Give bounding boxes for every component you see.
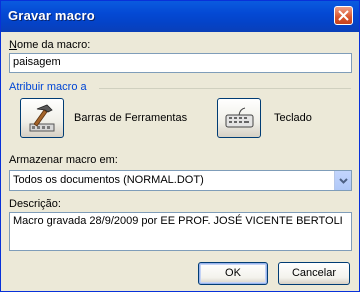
toolbars-button[interactable] (20, 98, 64, 138)
window-title: Gravar macro (8, 8, 95, 23)
macro-name-input[interactable]: paisagem (9, 53, 352, 73)
close-button[interactable] (334, 6, 353, 25)
dialog-window: Gravar macro Nome da macro: paisagem Atr… (0, 0, 360, 292)
store-select-value: Todos os documentos (NORMAL.DOT) (13, 174, 204, 186)
macro-name-label-text: ome da macro: (16, 39, 91, 51)
keyboard-label: Teclado (274, 112, 312, 124)
description-label: Descrição: (9, 198, 61, 210)
ok-button[interactable]: OK (198, 262, 268, 285)
store-label: Armazenar macro em: (9, 154, 118, 166)
keyboard-icon (225, 107, 254, 128)
cancel-button[interactable]: Cancelar (278, 262, 350, 285)
close-icon (338, 10, 349, 21)
toolbars-label: Barras de Ferramentas (74, 112, 188, 124)
store-select[interactable]: Todos os documentos (NORMAL.DOT) (9, 170, 352, 191)
store-select-dropdown-button[interactable] (334, 171, 351, 190)
macro-name-label: Nome da macro: (9, 39, 91, 51)
chevron-down-icon (339, 178, 348, 184)
group-divider (99, 88, 351, 89)
description-textarea[interactable]: Macro gravada 28/9/2009 por EE PROF. JOS… (9, 212, 352, 251)
assign-group-label: Atribuir macro a (9, 81, 87, 93)
hammer-toolbar-icon (29, 104, 55, 132)
keyboard-button[interactable] (217, 98, 261, 138)
title-bar[interactable]: Gravar macro (1, 1, 359, 32)
